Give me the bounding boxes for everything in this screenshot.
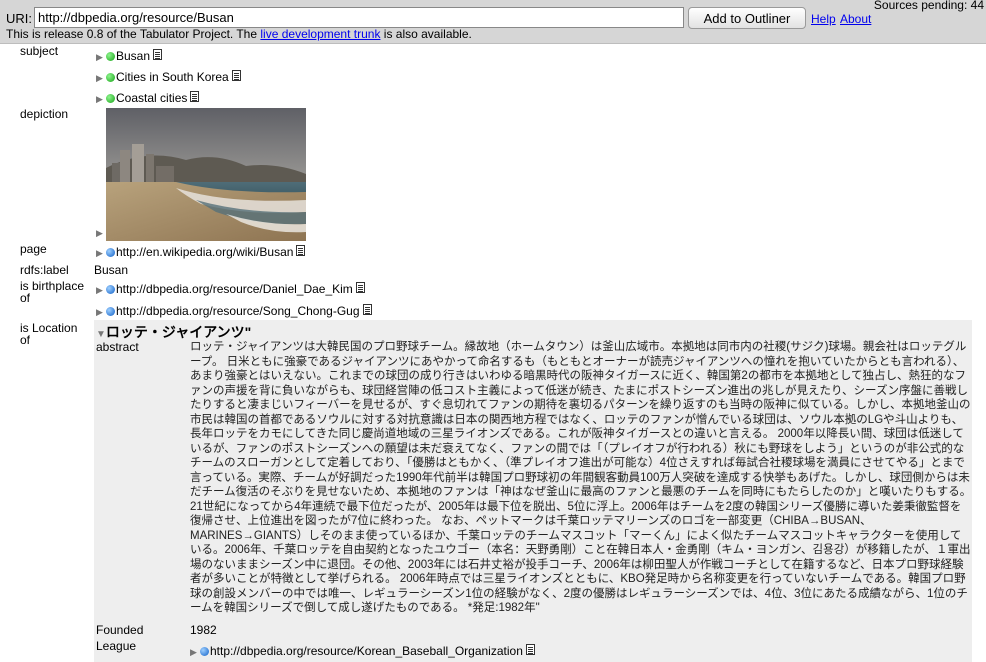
- expand-triangle-icon[interactable]: ▶: [96, 307, 106, 318]
- page-item[interactable]: ▶ http://en.wikipedia.org/wiki/Busan: [96, 245, 306, 259]
- page-link[interactable]: http://en.wikipedia.org/wiki/Busan: [116, 245, 293, 259]
- uri-label: URI:: [6, 11, 32, 26]
- expand-triangle-icon[interactable]: ▶: [96, 52, 106, 63]
- birthplace-label: is birthplace of: [20, 280, 84, 304]
- blue-dot-icon: [200, 647, 209, 657]
- document-icon[interactable]: [525, 644, 535, 655]
- document-icon[interactable]: [153, 49, 163, 60]
- expand-triangle-icon[interactable]: ▶: [96, 248, 106, 259]
- document-icon[interactable]: [231, 70, 241, 81]
- blue-dot-icon: [106, 285, 115, 295]
- subject-item-label: Busan: [116, 49, 151, 63]
- page-label: page: [20, 242, 47, 256]
- location-title[interactable]: ▼ロッテ・ジャイアンツ": [96, 322, 251, 342]
- subject-item[interactable]: ▶ Busan: [96, 49, 163, 63]
- about-link[interactable]: About: [840, 12, 871, 26]
- founded-label: Founded: [96, 623, 144, 637]
- green-dot-icon: [106, 52, 115, 62]
- location-label: is Location of: [20, 322, 77, 346]
- subject-item[interactable]: ▶ Coastal cities: [96, 91, 200, 105]
- blue-dot-icon: [106, 248, 115, 258]
- document-icon[interactable]: [362, 304, 372, 315]
- uri-input[interactable]: [34, 7, 684, 28]
- abstract-label: abstract: [96, 340, 139, 354]
- sources-pending: Sources pending: 44: [873, 0, 984, 12]
- subject-item[interactable]: ▶ Cities in South Korea: [96, 70, 241, 84]
- expand-triangle-icon[interactable]: ▶: [96, 94, 106, 105]
- release-note: This is release 0.8 of the Tabulator Pro…: [6, 27, 472, 41]
- birthplace-link[interactable]: http://dbpedia.org/resource/Daniel_Dae_K…: [116, 282, 353, 296]
- rdfs-label-label: rdfs:label: [20, 263, 69, 277]
- expand-triangle-icon[interactable]: ▶: [96, 285, 106, 296]
- document-icon[interactable]: [190, 91, 200, 102]
- birthplace-link[interactable]: http://dbpedia.org/resource/Song_Chong-G…: [116, 304, 360, 318]
- depiction-image[interactable]: [106, 108, 306, 241]
- blue-dot-icon: [106, 307, 115, 317]
- subject-item-label: Coastal cities: [116, 91, 188, 105]
- depiction-label: depiction: [20, 107, 69, 121]
- rdfs-label-value: Busan: [94, 263, 129, 277]
- expand-triangle-icon[interactable]: ▶: [96, 73, 106, 84]
- league-link[interactable]: http://dbpedia.org/resource/Korean_Baseb…: [210, 644, 523, 658]
- help-link[interactable]: Help: [811, 12, 836, 26]
- location-label-line2: of: [20, 333, 31, 347]
- expand-triangle-icon[interactable]: ▶: [96, 228, 106, 239]
- toolbar: URI: Add to Outliner Help About Sources …: [0, 0, 986, 44]
- live-development-trunk-link[interactable]: live development trunk: [260, 27, 380, 41]
- birthplace-item[interactable]: ▶ http://dbpedia.org/resource/Daniel_Dae_…: [96, 282, 365, 296]
- release-prefix: This is release 0.8 of the Tabulator Pro…: [6, 27, 261, 41]
- release-suffix: is also available.: [380, 27, 472, 41]
- founded-value: 1982: [190, 623, 217, 637]
- subject-label: subject: [20, 44, 59, 58]
- document-icon[interactable]: [355, 282, 365, 293]
- document-icon[interactable]: [296, 245, 306, 256]
- add-to-outliner-button[interactable]: Add to Outliner: [688, 7, 806, 29]
- green-dot-icon: [106, 73, 115, 83]
- league-item[interactable]: ▶ http://dbpedia.org/resource/Korean_Base…: [190, 644, 535, 658]
- location-title-text: ロッテ・ジャイアンツ": [105, 324, 252, 340]
- birthplace-label-line2: of: [20, 291, 31, 305]
- league-label: League: [96, 639, 137, 653]
- green-dot-icon: [106, 94, 115, 104]
- subject-item-label: Cities in South Korea: [116, 70, 229, 84]
- birthplace-item[interactable]: ▶ http://dbpedia.org/resource/Song_Chong-…: [96, 304, 372, 318]
- collapse-triangle-icon[interactable]: ▼: [96, 329, 106, 340]
- abstract-text: ロッテ・ジャイアンツは大韓民国のプロ野球チーム。縁故地（ホームタウン）は釜山広域…: [190, 341, 972, 614]
- expand-triangle-icon[interactable]: ▶: [190, 647, 200, 658]
